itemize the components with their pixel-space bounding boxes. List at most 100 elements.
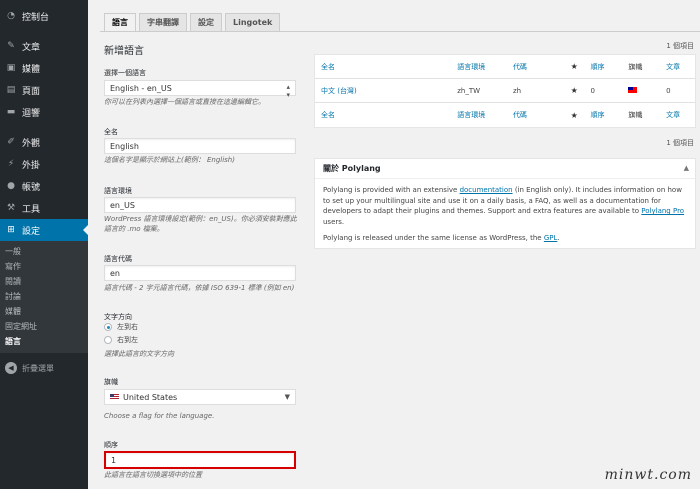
menu-dashboard[interactable]: ◔ 控制台 (0, 5, 88, 27)
language-code-desc: 語言代碼 - 2 字元語言代碼，依據 ISO 639-1 標準 (例如 en) (104, 284, 295, 292)
full-name-input[interactable] (104, 138, 296, 154)
admin-sidebar: ◔ 控制台 ✎ 文章 ▣ 媒體 ▤ 頁面 ▬ 迴響 ✐ 外觀 ⚡ 外掛 ● 帳號 ⚒ 工具 ⊞ 設定… (0, 0, 88, 489)
menu-plugins[interactable]: ⚡ 外掛 (0, 153, 88, 175)
media-icon: ▣ (6, 63, 16, 73)
row-locale: zh_TW (457, 86, 481, 95)
col-posts-foot[interactable]: 文章 (660, 110, 695, 120)
menu-media[interactable]: ▣ 媒體 (0, 57, 88, 79)
col-default-foot: ★ (565, 111, 585, 120)
choose-language-label: 選擇一個語言 (104, 69, 146, 77)
col-code[interactable]: 代碼 (507, 62, 565, 72)
items-count-top: 1 個項目 (666, 42, 694, 50)
submenu-writing[interactable]: 寫作 (0, 259, 88, 274)
settings-icon: ⊞ (7, 225, 15, 235)
row-code: zh (512, 86, 522, 95)
settings-submenu: 一般 寫作 閱讀 討論 媒體 固定網址 語言 (0, 241, 88, 353)
form-title: 新增語言 (104, 46, 144, 57)
order-label: 順序 (104, 441, 118, 449)
language-code-input[interactable] (104, 265, 296, 281)
locale-desc: WordPress 語言環境設定(範例：en_US)。你必須安裝對應此語言的 .… (104, 215, 297, 233)
items-count-bottom: 1 個項目 (666, 139, 694, 147)
locale-input[interactable] (104, 197, 296, 213)
table-row: 中文 (台灣) zh_TW zh ★ 0 0 (315, 79, 695, 103)
row-flag (622, 86, 660, 95)
col-name[interactable]: 全名 (315, 62, 451, 72)
menu-appearance[interactable]: ✐ 外觀 (0, 131, 88, 153)
default-star-icon[interactable]: ★ (571, 86, 578, 95)
ltr-radio[interactable] (104, 323, 112, 331)
about-header[interactable]: 關於 Polylang ▲ (315, 159, 695, 179)
row-default[interactable]: ★ (565, 86, 585, 95)
collapse-toggle-icon[interactable]: ▲ (684, 164, 689, 172)
about-body: Polylang is provided with an extensive d… (315, 179, 695, 256)
menu-settings[interactable]: ⊞ 設定 (0, 219, 88, 241)
order-desc: 此語言在語言切換選項中的位置 (104, 471, 202, 479)
row-order: 0 (590, 86, 596, 95)
flag-label: 旗幟 (104, 378, 118, 386)
polylang-pro-link[interactable]: Polylang Pro (641, 207, 684, 215)
text-direction-label: 文字方向 (104, 313, 132, 321)
choose-language-select[interactable]: English - en_US ▴ ▾ (104, 80, 296, 99)
dropdown-arrow-icon: ▼ (284, 393, 290, 401)
table-footer: 全名 語言環境 代碼 ★ 順序 旗幟 文章 (315, 103, 695, 127)
documentation-link[interactable]: documentation (460, 186, 513, 194)
flag-desc: Choose a flag for the language. (104, 412, 215, 420)
submenu-reading[interactable]: 閱讀 (0, 274, 88, 289)
tab-settings[interactable]: 設定 (190, 13, 222, 31)
col-posts[interactable]: 文章 (660, 62, 695, 72)
col-locale-foot[interactable]: 語言環境 (451, 110, 507, 120)
comment-icon: ▬ (6, 107, 16, 117)
table-header: 全名 語言環境 代碼 ★ 順序 旗幟 文章 (315, 55, 695, 79)
menu-posts[interactable]: ✎ 文章 (0, 35, 88, 57)
col-default: ★ (565, 62, 585, 71)
flag-select[interactable]: United States ▼ (104, 389, 296, 405)
us-flag-icon (110, 394, 119, 400)
choose-language-desc: 你可以在列表內選擇一個語言或直接在這邊編輯它。 (104, 98, 265, 106)
star-icon: ★ (570, 110, 578, 120)
direction-ltr-option[interactable]: 左到右 (104, 322, 138, 332)
col-code-foot[interactable]: 代碼 (507, 110, 565, 120)
col-order-foot[interactable]: 順序 (585, 110, 623, 120)
pin-icon: ✎ (7, 41, 15, 51)
col-flag: 旗幟 (628, 62, 643, 71)
tab-languages[interactable]: 語言 (104, 13, 136, 32)
submenu-permalinks[interactable]: 固定網址 (0, 319, 88, 334)
about-paragraph-1: Polylang is provided with an extensive d… (323, 186, 685, 226)
col-locale[interactable]: 語言環境 (451, 62, 507, 72)
full-name-desc: 這個名字是顯示於網站上(範例： English) (104, 156, 235, 164)
brush-icon: ✐ (7, 137, 15, 147)
row-posts: 0 (666, 86, 671, 95)
text-direction-desc: 選擇此語言的文字方向 (104, 350, 174, 358)
tab-strings[interactable]: 字串翻譯 (139, 13, 187, 31)
col-name-foot[interactable]: 全名 (315, 110, 451, 120)
watermark: minwt.com (604, 467, 692, 483)
about-paragraph-2: Polylang is released under the same lice… (323, 234, 560, 242)
rtl-radio[interactable] (104, 336, 112, 344)
menu-pages[interactable]: ▤ 頁面 (0, 79, 88, 101)
direction-rtl-option[interactable]: 右到左 (104, 335, 138, 345)
languages-table: 全名 語言環境 代碼 ★ 順序 旗幟 文章 中文 (台灣) zh_TW zh ★… (314, 54, 696, 128)
about-polylang-box: 關於 Polylang ▲ Polylang is provided with a… (314, 158, 696, 249)
submenu-languages[interactable]: 語言 (0, 334, 88, 349)
collapse-menu-button[interactable]: ◀ 折疊選單 (0, 357, 88, 379)
tab-lingotek[interactable]: Lingotek (225, 13, 281, 31)
plugin-icon: ⚡ (7, 159, 15, 169)
dashboard-icon: ◔ (7, 11, 15, 21)
submenu-media[interactable]: 媒體 (0, 304, 88, 319)
row-name-link[interactable]: 中文 (台灣) (315, 86, 451, 96)
order-input[interactable] (104, 451, 296, 469)
gpl-link[interactable]: GPL (544, 234, 558, 242)
collapse-arrow-icon: ◀ (5, 362, 17, 374)
submenu-general[interactable]: 一般 (0, 244, 88, 259)
menu-comments[interactable]: ▬ 迴響 (0, 101, 88, 123)
locale-label: 語言環境 (104, 187, 132, 195)
full-name-label: 全名 (104, 128, 118, 136)
user-icon: ● (7, 181, 15, 191)
submenu-discussion[interactable]: 討論 (0, 289, 88, 304)
menu-users[interactable]: ● 帳號 (0, 175, 88, 197)
page-icon: ▤ (6, 85, 16, 95)
taiwan-flag-icon (628, 86, 638, 93)
menu-tools[interactable]: ⚒ 工具 (0, 197, 88, 219)
col-order[interactable]: 順序 (585, 62, 623, 72)
language-code-label: 語言代碼 (104, 255, 132, 263)
